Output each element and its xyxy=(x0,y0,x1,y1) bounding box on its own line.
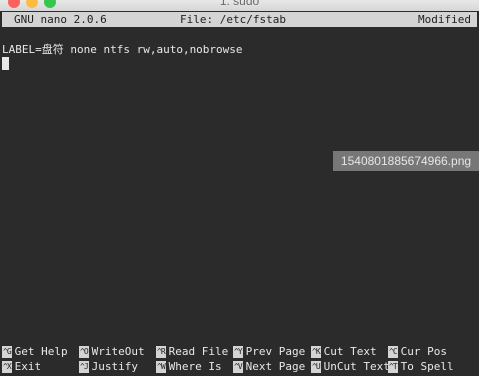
shortcut-label: Where Is xyxy=(168,360,222,373)
shortcut-key: ^G xyxy=(2,346,12,358)
shortcut-label: Next Page xyxy=(245,360,306,373)
shortcut-justify[interactable]: ^J Justify xyxy=(79,360,138,374)
shortcut-bar: ^G Get Help ^O WriteOut ^R Read File ^Y Prev… xyxy=(0,345,479,376)
shortcut-label: Cur Pos xyxy=(400,345,447,358)
shortcut-key: ^K xyxy=(311,346,321,358)
nano-version: GNU nano 2.0.6 xyxy=(14,13,107,26)
shortcut-label: WriteOut xyxy=(91,345,145,358)
shortcut-writeout[interactable]: ^O WriteOut xyxy=(79,345,145,359)
nano-header-bar: GNU nano 2.0.6 File: /etc/fstab Modified xyxy=(2,12,477,27)
shortcut-label: Exit xyxy=(14,360,42,373)
buffer-line[interactable]: LABEL=盘符 none ntfs rw,auto,nobrowse xyxy=(2,43,243,57)
shortcut-key: ^C xyxy=(388,346,398,358)
shortcut-key: ^V xyxy=(233,361,243,373)
window-titlebar: 1. sudo xyxy=(0,0,479,11)
shortcut-key: ^J xyxy=(79,361,89,373)
shortcut-cut-text[interactable]: ^K Cut Text xyxy=(311,345,377,359)
shortcut-read-file[interactable]: ^R Read File xyxy=(156,345,228,359)
shortcut-to-spell[interactable]: ^T To Spell xyxy=(388,360,454,374)
window-title: 1. sudo xyxy=(219,0,260,8)
image-filename-overlay: 1540801885674966.png xyxy=(333,151,479,171)
shortcut-key: ^X xyxy=(2,361,12,373)
shortcut-get-help[interactable]: ^G Get Help xyxy=(2,345,68,359)
shortcut-prev-page[interactable]: ^Y Prev Page xyxy=(233,345,305,359)
shortcut-key: ^O xyxy=(79,346,89,358)
shortcut-label: Prev Page xyxy=(245,345,306,358)
shortcut-label: To Spell xyxy=(400,360,454,373)
shortcut-key: ^W xyxy=(156,361,166,373)
text-cursor xyxy=(2,57,9,70)
shortcut-exit[interactable]: ^X Exit xyxy=(2,360,41,374)
shortcut-where-is[interactable]: ^W Where Is xyxy=(156,360,222,374)
shortcut-next-page[interactable]: ^V Next Page xyxy=(233,360,305,374)
shortcut-label: Justify xyxy=(91,360,138,373)
shortcut-label: Get Help xyxy=(14,345,68,358)
file-name: File: /etc/fstab xyxy=(180,13,286,26)
shortcut-key: ^U xyxy=(311,361,321,373)
terminal-area[interactable]: GNU nano 2.0.6 File: /etc/fstab Modified… xyxy=(0,11,479,376)
shortcut-label: Cut Text xyxy=(323,345,377,358)
shortcut-uncut-text[interactable]: ^U UnCut Text xyxy=(311,360,390,374)
shortcut-label: Read File xyxy=(168,345,229,358)
modified-status: Modified xyxy=(418,13,471,26)
shortcut-label: UnCut Text xyxy=(323,360,390,373)
shortcut-cur-pos[interactable]: ^C Cur Pos xyxy=(388,345,447,359)
shortcut-key: ^R xyxy=(156,346,166,358)
shortcut-key: ^T xyxy=(388,361,398,373)
shortcut-key: ^Y xyxy=(233,346,243,358)
